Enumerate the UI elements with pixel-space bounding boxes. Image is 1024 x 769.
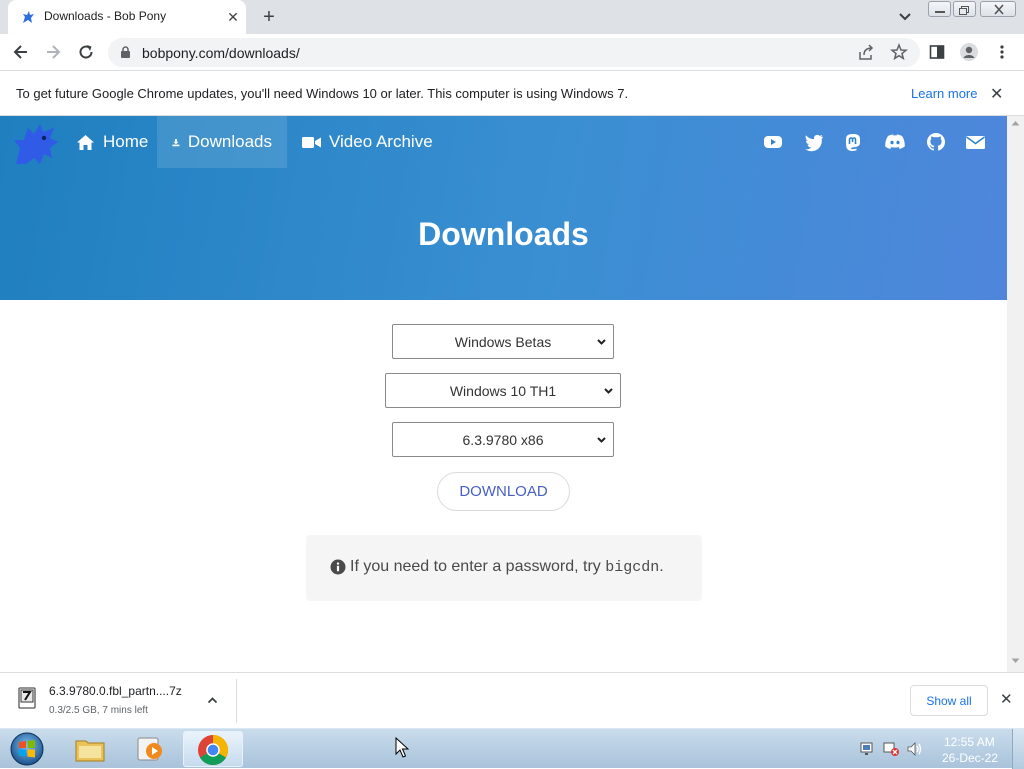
volume-icon[interactable] — [906, 741, 924, 757]
category-select[interactable]: Windows Betas — [392, 324, 614, 359]
nav-home-label: Home — [103, 132, 149, 151]
start-button[interactable] — [8, 731, 46, 767]
browser-toolbar: bobpony.com/downloads/ — [0, 34, 1024, 71]
profile-button[interactable] — [956, 39, 982, 65]
build-select[interactable]: Windows 10 TH1 — [385, 373, 621, 408]
shelf-close-button[interactable]: ✕ — [1000, 690, 1013, 708]
bookmark-star-icon[interactable] — [890, 43, 908, 61]
home-icon — [77, 134, 94, 150]
address-bar[interactable]: bobpony.com/downloads/ — [108, 38, 920, 67]
chevron-up-icon[interactable] — [207, 696, 218, 704]
download-button[interactable]: DOWNLOAD — [437, 472, 570, 511]
nav-downloads[interactable]: Downloads — [157, 116, 287, 168]
taskbar-chrome[interactable] — [183, 731, 243, 767]
nav-downloads-label: Downloads — [187, 132, 272, 151]
restore-button[interactable] — [953, 1, 976, 17]
close-icon — [994, 4, 1004, 15]
show-desktop-button[interactable] — [1012, 729, 1024, 769]
chevron-down-icon — [597, 339, 606, 345]
page-title: Downloads — [418, 216, 589, 252]
learn-more-link[interactable]: Learn more — [911, 86, 977, 101]
new-tab-button[interactable]: + — [258, 6, 280, 28]
side-panel-icon — [929, 45, 945, 59]
tab-strip: Downloads - Bob Pony ✕ + — [0, 0, 1024, 34]
side-panel-button[interactable] — [924, 39, 950, 65]
taskbar-media-player[interactable] — [125, 731, 175, 767]
download-icon — [172, 138, 180, 146]
back-arrow-icon — [13, 45, 27, 59]
web-page: Home Downloads Video Archive Downloads W… — [0, 116, 1007, 672]
network-icon[interactable] — [882, 741, 900, 757]
taskbar-explorer[interactable] — [65, 731, 115, 767]
scroll-down-arrow-icon[interactable] — [1011, 658, 1020, 664]
archive-file-icon — [18, 687, 36, 709]
close-window-button[interactable] — [980, 1, 1016, 17]
notice-prefix: If you need to enter a password, try — [350, 558, 606, 575]
youtube-icon[interactable] — [763, 132, 783, 152]
chrome-menu-button[interactable] — [989, 39, 1015, 65]
password-notice: If you need to enter a password, try big… — [306, 535, 702, 601]
lock-icon[interactable] — [120, 46, 131, 59]
infobar-message: To get future Google Chrome updates, you… — [16, 86, 629, 101]
twitter-icon[interactable] — [804, 132, 824, 152]
forward-button[interactable] — [40, 39, 66, 65]
chevron-down-icon — [597, 437, 606, 443]
forward-arrow-icon — [47, 45, 61, 59]
nav-home[interactable]: Home — [61, 116, 163, 168]
mouse-cursor-icon — [395, 737, 409, 758]
tab-close-button[interactable]: ✕ — [224, 8, 242, 26]
version-select-value: 6.3.9780 x86 — [462, 431, 544, 448]
category-select-value: Windows Betas — [454, 333, 552, 350]
nav-video-archive-label: Video Archive — [329, 132, 433, 151]
site-favicon-icon — [23, 11, 34, 23]
tab-search-chevron-icon[interactable] — [896, 9, 914, 25]
tab-bob-pony-downloads[interactable]: Downloads - Bob Pony ✕ — [8, 0, 246, 34]
notice-suffix: . — [659, 558, 664, 575]
hero-banner: Home Downloads Video Archive Downloads — [0, 116, 1007, 300]
password-code: bigcdn — [605, 559, 660, 576]
minimize-button[interactable] — [928, 1, 951, 17]
mastodon-icon[interactable] — [843, 132, 863, 152]
version-select[interactable]: 6.3.9780 x86 — [392, 422, 614, 457]
update-infobar: To get future Google Chrome updates, you… — [0, 71, 1024, 116]
scroll-up-arrow-icon[interactable] — [1011, 120, 1020, 126]
email-icon[interactable] — [965, 132, 986, 152]
chevron-down-icon — [604, 388, 613, 394]
download-item[interactable]: 6.3.9780.0.fbl_partn....7z 0.3/2.5 GB, 7… — [0, 673, 237, 723]
page-scrollbar[interactable] — [1007, 116, 1024, 672]
download-status: 0.3/2.5 GB, 7 mins left — [49, 705, 148, 716]
share-icon[interactable] — [858, 44, 875, 61]
profile-avatar-icon — [960, 43, 978, 61]
clock-time[interactable]: 12:55 AM — [944, 735, 995, 749]
infobar-close-button[interactable]: ✕ — [990, 84, 1003, 104]
action-center-flag-icon[interactable] — [859, 741, 875, 757]
build-select-value: Windows 10 TH1 — [449, 382, 557, 399]
bob-pony-logo[interactable] — [10, 118, 62, 168]
media-player-icon — [137, 737, 162, 761]
folder-icon — [75, 740, 105, 762]
github-icon[interactable] — [926, 132, 946, 152]
chrome-icon — [198, 735, 229, 766]
shelf-divider — [236, 679, 237, 723]
windows-taskbar: 12:55 AM 26-Dec-22 — [0, 728, 1024, 769]
video-camera-icon — [302, 136, 321, 148]
kebab-menu-icon — [1000, 45, 1004, 59]
tab-title: Downloads - Bob Pony — [44, 9, 167, 23]
notice-text: If you need to enter a password, try big… — [350, 558, 664, 576]
clock-date[interactable]: 26-Dec-22 — [942, 751, 998, 765]
discord-icon[interactable] — [884, 132, 906, 152]
nav-video-archive[interactable]: Video Archive — [287, 116, 448, 168]
site-navbar: Home Downloads Video Archive — [0, 116, 1007, 168]
url-text[interactable]: bobpony.com/downloads/ — [142, 45, 300, 61]
reload-button[interactable] — [73, 39, 99, 65]
info-circle-icon — [330, 559, 346, 575]
download-file-name: 6.3.9780.0.fbl_partn....7z — [49, 684, 182, 698]
download-shelf: 6.3.9780.0.fbl_partn....7z 0.3/2.5 GB, 7… — [0, 672, 1024, 728]
show-all-button[interactable]: Show all — [910, 685, 988, 716]
back-button[interactable] — [8, 39, 34, 65]
reload-icon — [79, 45, 93, 59]
